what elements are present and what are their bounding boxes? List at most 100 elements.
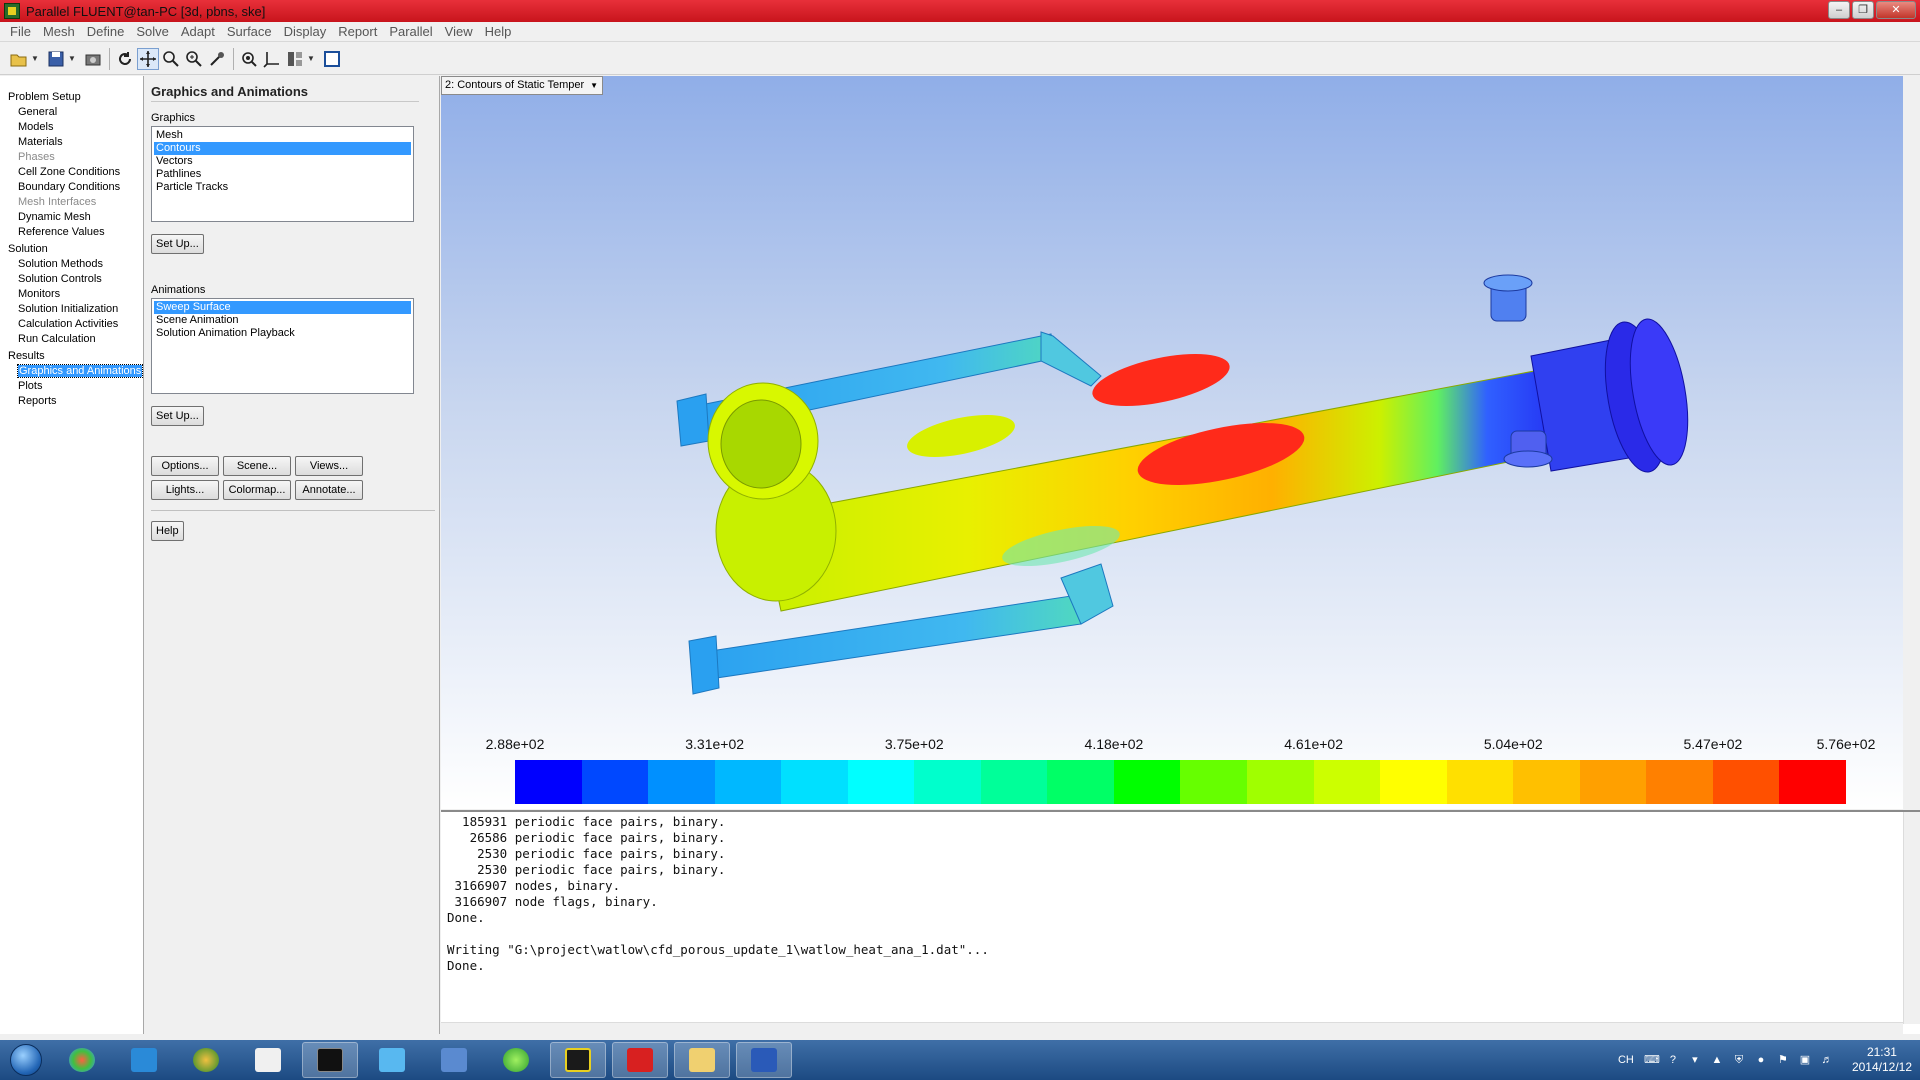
list-item[interactable]: Sweep Surface [154, 301, 411, 314]
save-dropdown-icon[interactable]: ▼ [68, 54, 76, 63]
list-item[interactable]: Pathlines [154, 168, 411, 181]
nav-item-monitors[interactable]: Monitors [0, 287, 143, 302]
pan-icon[interactable] [137, 47, 159, 70]
close-button[interactable]: ✕ [1876, 1, 1916, 19]
nav-item-models[interactable]: Models [0, 120, 143, 135]
nav-group-problem-setup[interactable]: Problem Setup [0, 90, 143, 105]
nav-item-reference-values[interactable]: Reference Values [0, 225, 143, 240]
taskbar-fluent[interactable] [550, 1042, 606, 1078]
help-icon[interactable]: ? [1666, 1053, 1680, 1067]
nav-item-plots[interactable]: Plots [0, 379, 143, 394]
taskbar-app-8[interactable] [488, 1042, 544, 1078]
nav-group-results[interactable]: Results [0, 349, 143, 364]
menu-view[interactable]: View [439, 24, 479, 39]
nav-item-solution-methods[interactable]: Solution Methods [0, 257, 143, 272]
menu-display[interactable]: Display [278, 24, 333, 39]
clock[interactable]: 21:31 2014/12/12 [1852, 1045, 1912, 1075]
fit-to-window-icon[interactable] [238, 48, 260, 70]
lights-button[interactable]: Lights... [151, 480, 219, 500]
annotate-button[interactable]: Annotate... [295, 480, 363, 500]
maximize-button[interactable]: ❐ [1852, 1, 1874, 19]
taskbar-cmd[interactable] [302, 1042, 358, 1078]
menu-report[interactable]: Report [332, 24, 383, 39]
nav-item-graphics-and-animations[interactable]: Graphics and Animations [0, 364, 144, 379]
animations-setup-button[interactable]: Set Up... [151, 406, 204, 426]
taskbar-word[interactable] [736, 1042, 792, 1078]
menu-adapt[interactable]: Adapt [175, 24, 221, 39]
tray-arrow-icon[interactable]: ▲ [1710, 1053, 1724, 1067]
help-button[interactable]: Help [151, 521, 184, 541]
network-tray-icon[interactable]: ▣ [1798, 1053, 1812, 1067]
taskbar-app-2[interactable] [116, 1042, 172, 1078]
scene-button[interactable]: Scene... [223, 456, 291, 476]
menu-help[interactable]: Help [479, 24, 518, 39]
pdf-icon [627, 1048, 653, 1072]
graphics-setup-button[interactable]: Set Up... [151, 234, 204, 254]
nav-item-cell-zone-conditions[interactable]: Cell Zone Conditions [0, 165, 143, 180]
flag-icon[interactable]: ⚑ [1776, 1053, 1790, 1067]
options-button[interactable]: Options... [151, 456, 219, 476]
taskbar-explorer[interactable] [674, 1042, 730, 1078]
volume-icon[interactable]: ♬ [1820, 1053, 1834, 1067]
layout-dropdown-icon[interactable]: ▼ [307, 54, 315, 63]
list-item[interactable]: Vectors [154, 155, 411, 168]
animations-listbox[interactable]: Sweep Surface Scene Animation Solution Ani… [151, 298, 414, 394]
list-item[interactable]: Mesh [154, 129, 411, 142]
probe-icon[interactable] [206, 48, 228, 70]
taskbar-app-3[interactable] [178, 1042, 234, 1078]
menu-file[interactable]: File [4, 24, 37, 39]
list-item[interactable]: Scene Animation [154, 314, 411, 327]
taskbar-pdf[interactable] [612, 1042, 668, 1078]
nav-item-reports[interactable]: Reports [0, 394, 143, 409]
nav-item-materials[interactable]: Materials [0, 135, 143, 150]
zoom-in-icon[interactable] [183, 48, 205, 70]
nav-item-boundary-conditions[interactable]: Boundary Conditions [0, 180, 143, 195]
keyboard-icon[interactable]: ⌨ [1644, 1053, 1660, 1067]
views-button[interactable]: Views... [295, 456, 363, 476]
taskbar-app-1[interactable] [54, 1042, 110, 1078]
open-folder-icon[interactable] [8, 48, 30, 70]
start-button[interactable] [4, 1040, 48, 1080]
window-frame-icon[interactable] [321, 48, 343, 70]
zoom-icon[interactable] [160, 48, 182, 70]
display-window-select[interactable]: 2: Contours of Static Temper ▼ [441, 76, 603, 95]
contour-model-render[interactable] [441, 76, 1903, 726]
nav-item-run-calculation[interactable]: Run Calculation [0, 332, 143, 347]
list-item[interactable]: Particle Tracks [154, 181, 411, 194]
open-dropdown-icon[interactable]: ▼ [31, 54, 39, 63]
nav-item-calculation-activities[interactable]: Calculation Activities [0, 317, 143, 332]
console-vertical-scrollbar[interactable] [1903, 812, 1920, 1024]
menu-parallel[interactable]: Parallel [383, 24, 438, 39]
taskbar-app-7[interactable] [426, 1042, 482, 1078]
minimize-button[interactable]: – [1828, 1, 1850, 19]
console-horizontal-scrollbar[interactable] [441, 1022, 1903, 1034]
taskbar-app-4[interactable] [240, 1042, 296, 1078]
layout-icon[interactable] [284, 48, 306, 70]
menu-surface[interactable]: Surface [221, 24, 278, 39]
axes-icon[interactable] [261, 48, 283, 70]
list-item[interactable]: Solution Animation Playback [154, 327, 411, 340]
language-indicator[interactable]: CH [1616, 1053, 1636, 1067]
graphics-window[interactable]: 2: Contours of Static Temper ▼ 2.88e+02 3… [441, 76, 1920, 809]
save-icon[interactable] [45, 48, 67, 70]
rotate-icon[interactable] [114, 48, 136, 70]
nav-item-solution-initialization[interactable]: Solution Initialization [0, 302, 143, 317]
nav-item-general[interactable]: General [0, 105, 143, 120]
camera-icon[interactable] [82, 48, 104, 70]
menu-solve[interactable]: Solve [130, 24, 175, 39]
graphics-scrollbar[interactable] [1903, 76, 1920, 809]
menu-mesh[interactable]: Mesh [37, 24, 81, 39]
list-item[interactable]: Contours [154, 142, 411, 155]
taskbar-app-6[interactable] [364, 1042, 420, 1078]
nav-item-solution-controls[interactable]: Solution Controls [0, 272, 143, 287]
menu-define[interactable]: Define [81, 24, 131, 39]
nav-group-solution[interactable]: Solution [0, 242, 143, 257]
console-window[interactable]: 185931 periodic face pairs, binary. 2658… [441, 810, 1920, 1034]
shield-icon[interactable]: ⛨ [1732, 1053, 1746, 1067]
nav-item-label: Reports [18, 395, 57, 407]
chevron-down-icon[interactable]: ▾ [1688, 1053, 1702, 1067]
colormap-button[interactable]: Colormap... [223, 480, 291, 500]
security-icon[interactable]: ● [1754, 1053, 1768, 1067]
graphics-listbox[interactable]: Mesh Contours Vectors Pathlines Particle Tra… [151, 126, 414, 222]
nav-item-dynamic-mesh[interactable]: Dynamic Mesh [0, 210, 143, 225]
